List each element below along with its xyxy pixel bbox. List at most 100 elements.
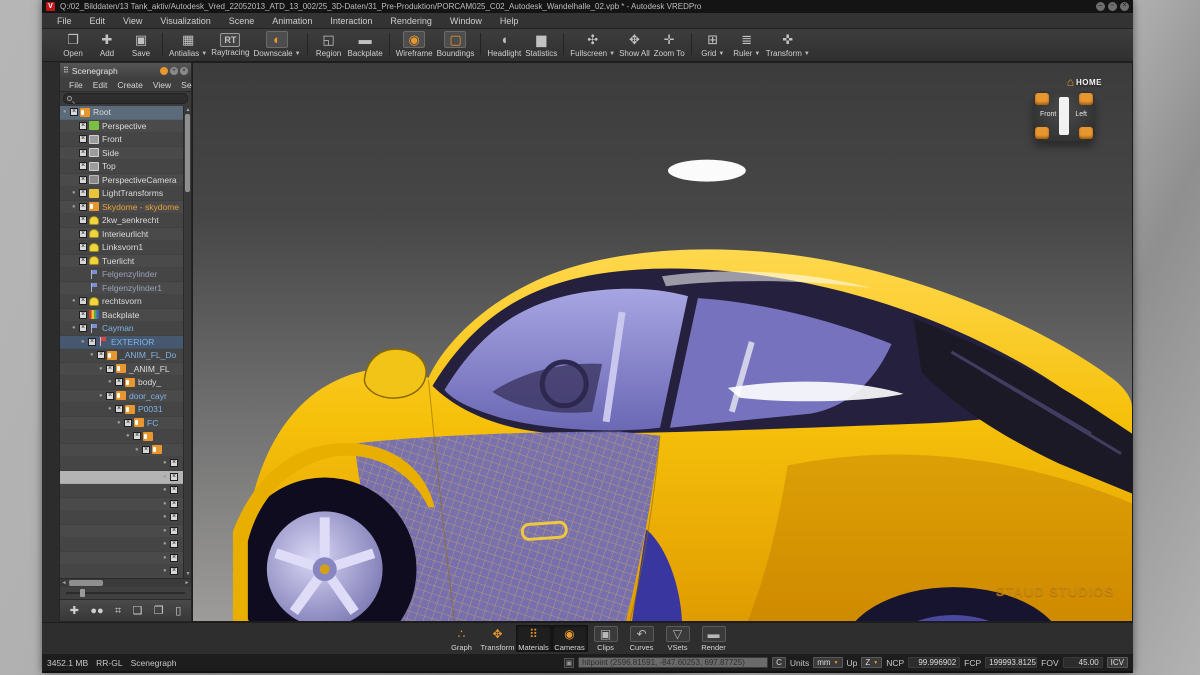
- cube-face-left[interactable]: Left: [1075, 111, 1087, 118]
- toolbar-button[interactable]: ▆ Statistics▼: [523, 30, 559, 58]
- tree-row[interactable]: ● × Top: [60, 160, 183, 174]
- expand-toggle-icon[interactable]: ●: [163, 541, 170, 547]
- tree-row[interactable]: ● × Backplate: [60, 309, 183, 323]
- slider-thumb[interactable]: [80, 589, 85, 597]
- scenegraph-tool-button[interactable]: ●●: [90, 603, 103, 619]
- scrollbar-thumb[interactable]: [69, 580, 103, 586]
- tree-row[interactable]: ● × Front: [60, 133, 183, 147]
- cube-corner[interactable]: [1035, 93, 1049, 105]
- units-dropdown[interactable]: mm▼: [813, 657, 842, 668]
- scroll-left-icon[interactable]: ◄: [60, 579, 68, 587]
- search-input[interactable]: [63, 93, 188, 104]
- tree-row[interactable]: ● × Cayman: [60, 322, 183, 336]
- tree-row[interactable]: ● ×: [60, 538, 183, 552]
- visibility-checkbox[interactable]: ×: [79, 176, 87, 184]
- expand-toggle-icon[interactable]: ●: [72, 204, 79, 210]
- cube-face-front[interactable]: Front: [1040, 111, 1056, 118]
- menu-item[interactable]: View: [114, 16, 151, 26]
- expand-toggle-icon[interactable]: ●: [163, 514, 170, 520]
- scenegraph-menu-item[interactable]: File: [64, 80, 88, 90]
- menu-item[interactable]: File: [48, 16, 81, 26]
- tree-row[interactable]: ● ×: [60, 498, 183, 512]
- hitpoint-field[interactable]: hitpoint (2596.81591, -847.60253, 697.87…: [578, 657, 768, 668]
- toolbar-button[interactable]: ❒ Open▼: [56, 30, 90, 58]
- visibility-checkbox[interactable]: ×: [79, 311, 87, 319]
- menu-item[interactable]: Rendering: [381, 16, 441, 26]
- clear-button[interactable]: C: [772, 657, 786, 668]
- icv-button[interactable]: ICV: [1107, 657, 1128, 668]
- module-button[interactable]: ∴ Graph: [444, 625, 480, 652]
- expand-toggle-icon[interactable]: ●: [117, 420, 124, 426]
- pin-button[interactable]: [160, 67, 168, 75]
- visibility-checkbox[interactable]: ×: [170, 513, 178, 521]
- visibility-checkbox[interactable]: ×: [79, 135, 87, 143]
- scroll-right-icon[interactable]: ►: [183, 579, 191, 587]
- tree-row[interactable]: ● × door_cayr: [60, 390, 183, 404]
- visibility-checkbox[interactable]: ×: [115, 405, 123, 413]
- tree-row[interactable]: ● ×: [60, 457, 183, 471]
- menu-item[interactable]: Edit: [81, 16, 115, 26]
- visibility-checkbox[interactable]: ×: [124, 419, 132, 427]
- tree-row[interactable]: ● × 2kw_senkrecht: [60, 214, 183, 228]
- toolbar-button[interactable]: ✣ Fullscreen▼: [568, 30, 617, 58]
- cube-corner[interactable]: [1079, 93, 1093, 105]
- tree-row[interactable]: ● × Side: [60, 147, 183, 161]
- scenegraph-tool-button[interactable]: ❏: [133, 603, 143, 619]
- home-icon[interactable]: ⌂: [1067, 77, 1074, 87]
- toolbar-button[interactable]: ▢ Boundings▼: [435, 30, 477, 58]
- tree-row[interactable]: ● × Tuerlicht: [60, 255, 183, 269]
- menu-item[interactable]: Visualization: [151, 16, 219, 26]
- expand-toggle-icon[interactable]: ●: [90, 352, 97, 358]
- expand-toggle-icon[interactable]: ●: [126, 433, 133, 439]
- toolbar-button[interactable]: RT Raytracing▼: [209, 30, 251, 57]
- view-cube[interactable]: Front Left: [1033, 91, 1095, 141]
- tree-row[interactable]: ● × PerspectiveCamera: [60, 174, 183, 188]
- tree-row[interactable]: ● ×: [60, 525, 183, 539]
- visibility-checkbox[interactable]: ×: [170, 527, 178, 535]
- fcp-field[interactable]: 199993.8125: [985, 657, 1037, 668]
- tree-row[interactable]: ● × Root: [60, 106, 183, 120]
- toolbar-button[interactable]: ◐ Downscale▼: [251, 30, 302, 58]
- visibility-checkbox[interactable]: ×: [79, 149, 87, 157]
- expand-toggle-icon[interactable]: ●: [99, 393, 106, 399]
- scenegraph-menu-item[interactable]: Create: [112, 80, 148, 90]
- toolbar-button[interactable]: ▦ Antialias▼: [167, 30, 209, 58]
- toolbar-button[interactable]: ✛ Zoom To▼: [652, 30, 687, 58]
- scroll-down-icon[interactable]: ▼: [184, 570, 191, 578]
- menu-item[interactable]: Window: [441, 16, 491, 26]
- scenegraph-menu-item[interactable]: Edit: [88, 80, 113, 90]
- module-button[interactable]: ⠿ Materials: [516, 625, 552, 652]
- visibility-checkbox[interactable]: ×: [133, 432, 141, 440]
- toolbar-button[interactable]: ✥ Show All▼: [617, 30, 652, 58]
- tree-row[interactable]: ● × Interieurlicht: [60, 228, 183, 242]
- toolbar-button[interactable]: ≣ Ruler▼: [730, 30, 764, 58]
- tree-horizontal-scrollbar[interactable]: ◄ ►: [60, 578, 191, 587]
- scroll-up-icon[interactable]: ▲: [184, 106, 191, 114]
- module-button[interactable]: ✥ Transform: [480, 625, 516, 652]
- up-axis-dropdown[interactable]: Z▼: [861, 657, 882, 668]
- expand-toggle-icon[interactable]: ●: [163, 568, 170, 574]
- expand-toggle-icon[interactable]: ●: [81, 339, 88, 345]
- snap-icon[interactable]: ▣: [564, 658, 574, 668]
- visibility-checkbox[interactable]: ×: [79, 216, 87, 224]
- tree-row[interactable]: ● × Linksvorn1: [60, 241, 183, 255]
- expand-toggle-icon[interactable]: ●: [72, 325, 79, 331]
- menu-item[interactable]: Help: [491, 16, 528, 26]
- expand-toggle-icon[interactable]: ●: [163, 474, 170, 480]
- module-button[interactable]: ↶ Curves: [624, 625, 660, 652]
- render-viewport[interactable]: ⌂ HOME Front Left STAUD STUDIOS: [192, 62, 1133, 622]
- expand-toggle-icon[interactable]: ●: [135, 447, 142, 453]
- toolbar-button[interactable]: ▣ Save▼: [124, 30, 158, 58]
- tree-row[interactable]: ● × _ANIM_FL_Do: [60, 349, 183, 363]
- tree-row[interactable]: ● × Skydome - skydome: [60, 201, 183, 215]
- toolbar-button[interactable]: ◉ Wireframe▼: [394, 30, 435, 58]
- visibility-checkbox[interactable]: ×: [79, 122, 87, 130]
- tree-vertical-scrollbar[interactable]: ▲ ▼: [183, 106, 191, 578]
- expand-toggle-icon[interactable]: ●: [72, 190, 79, 196]
- close-button[interactable]: ×: [1120, 2, 1129, 11]
- menu-item[interactable]: Scene: [220, 16, 264, 26]
- visibility-checkbox[interactable]: ×: [79, 189, 87, 197]
- expand-toggle-icon[interactable]: ●: [108, 406, 115, 412]
- visibility-checkbox[interactable]: ×: [170, 567, 178, 575]
- tree-row[interactable]: ● ×: [60, 484, 183, 498]
